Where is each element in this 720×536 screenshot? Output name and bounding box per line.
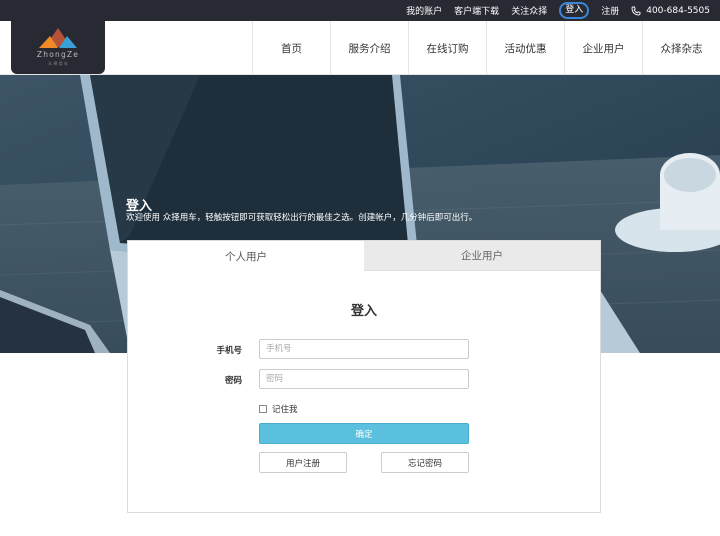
nav-item-enterprise[interactable]: 企业用户 bbox=[564, 21, 642, 75]
login-link[interactable]: 登入 bbox=[559, 2, 590, 19]
user-register-button[interactable]: 用户注册 bbox=[259, 452, 347, 473]
app-download-link[interactable]: 客户端下载 bbox=[454, 4, 499, 17]
nav-item-promotions[interactable]: 活动优惠 bbox=[486, 21, 564, 75]
remember-label: 记住我 bbox=[272, 405, 298, 415]
login-card: 个人用户 企业用户 登入 手机号 密码 记住我 确定 用户注册 忘记密码 bbox=[127, 240, 601, 513]
nav-item-online-order[interactable]: 在线订购 bbox=[408, 21, 486, 75]
logo-text: ZhongZe bbox=[37, 50, 79, 59]
form-title: 登入 bbox=[350, 304, 377, 319]
remember-checkbox[interactable] bbox=[259, 405, 267, 413]
hero-subtitle: 欢迎使用 众择用车，轻触按钮即可获取轻松出行的最佳之选。创建帐户，几分钟后即可出… bbox=[126, 213, 478, 223]
tab-personal-user[interactable]: 个人用户 bbox=[128, 241, 364, 271]
my-account-link[interactable]: 我的账户 bbox=[406, 4, 442, 17]
forgot-password-button[interactable]: 忘记密码 bbox=[381, 452, 469, 473]
user-type-tabs: 个人用户 企业用户 bbox=[128, 241, 600, 271]
top-bar: 我的账户 客户端下载 关注众择 登入 注册 400-684-5505 bbox=[0, 0, 720, 21]
nav-item-services[interactable]: 服务介绍 bbox=[330, 21, 408, 75]
logo-mark-icon: ZhongZe 众 择 用 车 bbox=[37, 28, 79, 66]
main-navbar: ZhongZe 众 择 用 车 首页 服务介绍 在线订购 活动优惠 企业用户 众… bbox=[0, 21, 720, 75]
phone-label: 手机号 bbox=[216, 346, 242, 356]
logo[interactable]: ZhongZe 众 择 用 车 bbox=[11, 21, 105, 74]
nav-item-home[interactable]: 首页 bbox=[252, 21, 330, 75]
phone-icon bbox=[631, 6, 641, 15]
nav-item-magazine[interactable]: 众择杂志 bbox=[642, 21, 720, 75]
tab-enterprise-user[interactable]: 企业用户 bbox=[364, 241, 600, 271]
password-input[interactable] bbox=[259, 369, 469, 389]
confirm-button[interactable]: 确定 bbox=[259, 423, 469, 444]
password-label: 密码 bbox=[224, 376, 242, 386]
phone-input[interactable] bbox=[259, 339, 469, 359]
register-link[interactable]: 注册 bbox=[601, 4, 619, 17]
nav-menu: 首页 服务介绍 在线订购 活动优惠 企业用户 众择杂志 bbox=[252, 21, 720, 75]
remember-me: 记住我 bbox=[259, 403, 298, 415]
top-links: 我的账户 客户端下载 关注众择 登入 注册 400-684-5505 bbox=[406, 0, 710, 21]
phone-contact: 400-684-5505 bbox=[631, 6, 710, 16]
phone-number: 400-684-5505 bbox=[646, 5, 710, 16]
logo-subtext: 众 择 用 车 bbox=[48, 60, 68, 66]
follow-link[interactable]: 关注众择 bbox=[511, 4, 547, 17]
